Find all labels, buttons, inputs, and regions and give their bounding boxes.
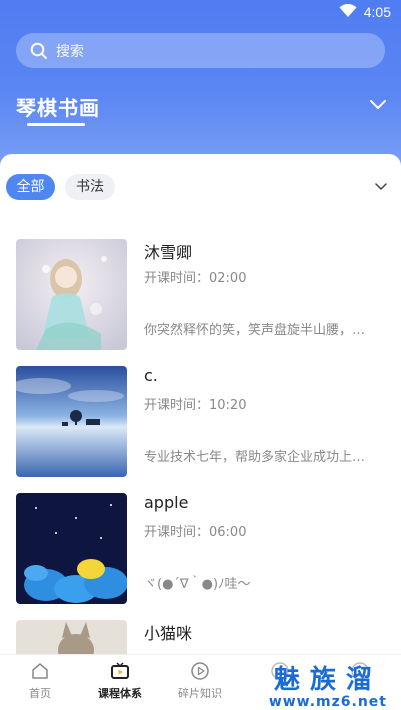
status-time: 4:05: [363, 4, 391, 20]
chevron-down-icon[interactable]: [369, 97, 387, 111]
wifi-icon: [339, 4, 357, 17]
course-item[interactable]: apple 开课时间：06:00 ヾ(●´∇｀●)ﾉ哇～: [16, 493, 386, 605]
course-thumbnail: [16, 366, 127, 477]
filter-chip-calligraphy[interactable]: 书法: [65, 174, 115, 200]
filter-chevron-down-icon[interactable]: [375, 183, 387, 191]
course-item[interactable]: 沐雪卿 开课时间：02:00 你突然释怀的笑，笑声盘旋半山腰，随…: [16, 239, 386, 351]
course-item[interactable]: 小猫咪: [16, 620, 386, 654]
course-thumbnail: [16, 239, 127, 350]
course-thumbnail: [16, 493, 127, 604]
course-time: 开课时间：06:00: [144, 525, 247, 540]
search-placeholder: 搜索: [56, 43, 84, 60]
play-circle-icon: [191, 662, 209, 680]
course-description: ヾ(●´∇｀●)ﾉ哇～: [144, 577, 251, 592]
status-bar: 4:05: [0, 0, 401, 26]
course-name: 小猫咪: [144, 624, 193, 643]
search-icon: [30, 42, 47, 59]
tab-fragment-knowledge[interactable]: 碎片知识: [160, 661, 240, 701]
watermark-main: 魅族溜: [273, 665, 382, 695]
course-description: 你突然释怀的笑，笑声盘旋半山腰，随…: [144, 323, 376, 338]
course-item[interactable]: c. 开课时间：10:20 专业技术七年，帮助多家企业成功上线…: [16, 366, 386, 478]
site-watermark: 魅族溜 www.mz6.net: [269, 666, 387, 710]
filter-chip-all[interactable]: 全部: [6, 174, 55, 200]
search-input[interactable]: 搜索: [16, 33, 385, 68]
home-icon: [32, 663, 48, 679]
category-tab-qinqishuhua[interactable]: 琴棋书画: [16, 92, 100, 121]
course-description: 专业技术七年，帮助多家企业成功上线…: [144, 450, 376, 465]
tab-home[interactable]: 首页: [0, 661, 80, 701]
category-tab-indicator: [27, 123, 85, 126]
tab-course-system[interactable]: 课程体系: [80, 661, 160, 701]
watermark-url: www.mz6.net: [268, 694, 387, 710]
tv-icon: [111, 662, 129, 679]
course-name: c.: [144, 366, 158, 385]
tab-label: 首页: [29, 687, 51, 700]
course-time: 开课时间：10:20: [144, 398, 247, 413]
tab-label: 课程体系: [98, 687, 142, 700]
course-name: apple: [144, 493, 189, 512]
course-thumbnail: [16, 620, 127, 654]
course-name: 沐雪卿: [144, 243, 193, 262]
course-time: 开课时间：02:00: [144, 271, 247, 286]
tab-label: 碎片知识: [178, 687, 222, 700]
